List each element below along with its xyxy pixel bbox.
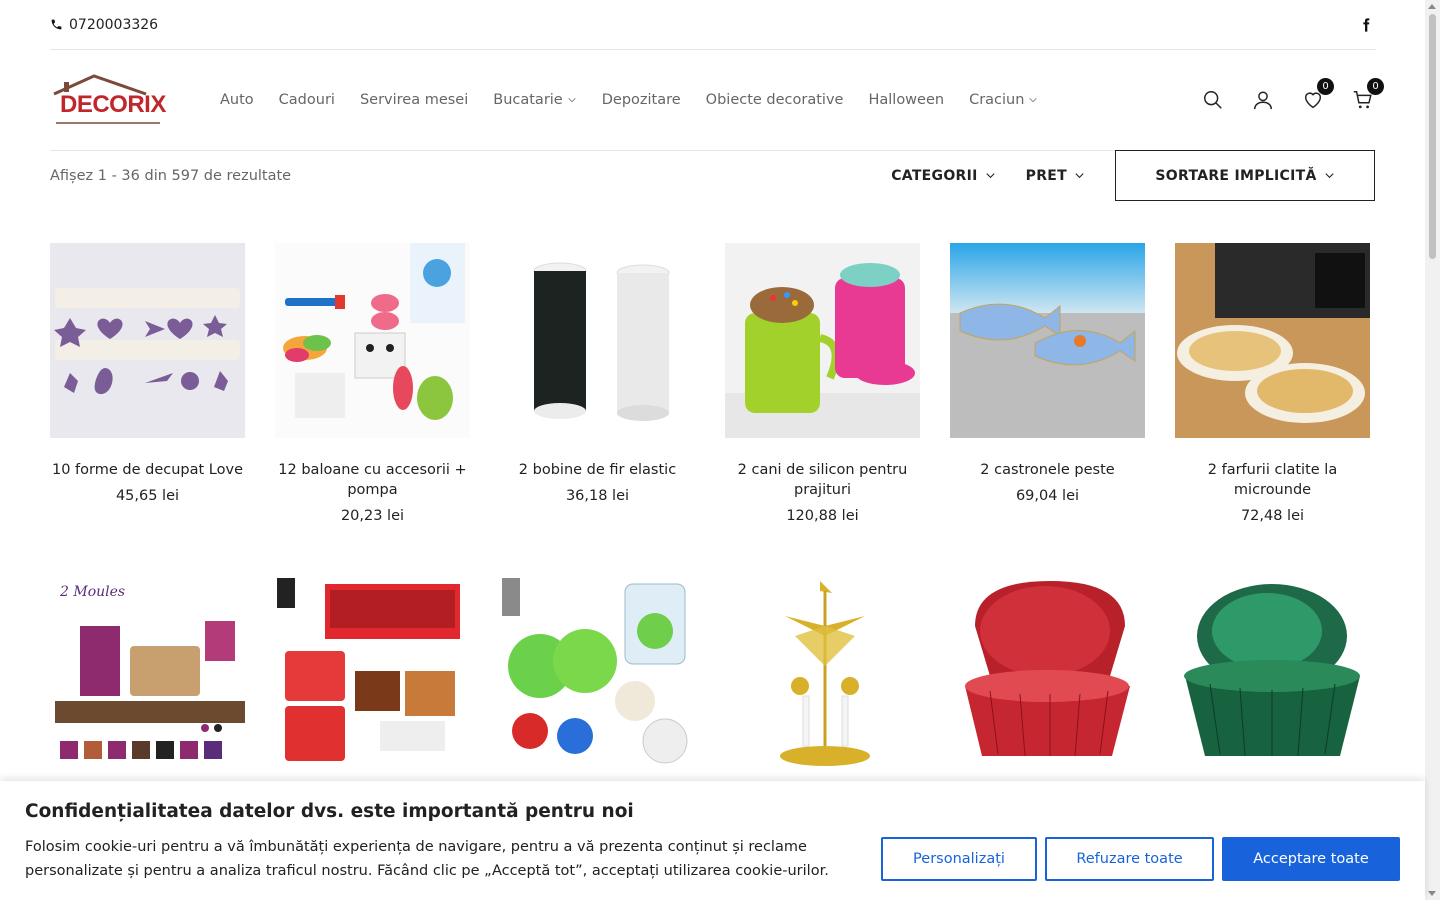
main-nav: Auto Cadouri Servirea mesei Bucatarie Depozi…: [220, 92, 1038, 108]
product-card[interactable]: 2 castronele peste 69,04 lei: [950, 243, 1145, 506]
cookie-consent-banner: Confidențialitatea datelor dvs. este imp…: [0, 781, 1425, 900]
nav-item-label: Cadouri: [278, 92, 335, 108]
product-card[interactable]: [500, 576, 695, 771]
svg-text:2 Moules: 2 Moules: [59, 584, 125, 600]
categories-filter-label: CATEGORII: [891, 167, 978, 184]
price-filter-label: PRET: [1025, 167, 1067, 184]
chevron-down-icon: [568, 97, 576, 103]
product-card[interactable]: 10 forme de decupat Love 45,65 lei: [50, 243, 245, 506]
product-name[interactable]: 2 cani de silicon pentru prajituri: [725, 460, 920, 500]
cookie-text: Folosim cookie-uri pentru a vă îmbunătăț…: [25, 839, 829, 879]
account-icon[interactable]: [1251, 89, 1274, 112]
product-image-train-molds[interactable]: 2 Moules: [50, 576, 245, 771]
product-name[interactable]: 2 bobine de fir elastic: [500, 460, 695, 480]
chevron-down-icon: [986, 173, 995, 179]
product-image-angel-chime[interactable]: [725, 576, 920, 771]
accept-all-cookies-button[interactable]: Acceptare toate: [1222, 837, 1400, 881]
product-price: 72,48 lei: [1240, 508, 1305, 524]
product-card[interactable]: 12 baloane cu accesorii + pompa 20,23 le…: [275, 243, 470, 526]
product-image-balloons[interactable]: [275, 243, 470, 438]
product-image-fish-bowls[interactable]: [950, 243, 1145, 438]
search-icon[interactable]: [1201, 89, 1224, 112]
wishlist-count-badge: 0: [1317, 77, 1334, 95]
header-actions: 0 0: [1201, 77, 1384, 112]
scrollbar-thumb[interactable]: [1429, 14, 1436, 259]
product-card[interactable]: 2 farfurii clatite la microunde 72,48 le…: [1175, 243, 1370, 526]
price-filter[interactable]: PRET: [1026, 168, 1085, 184]
product-image-elastic-thread[interactable]: [500, 243, 695, 438]
product-price: 120,88 lei: [786, 508, 859, 524]
top-bar: 0720003326: [50, 0, 1376, 50]
product-price: 36,18 lei: [565, 488, 630, 504]
scroll-down-icon[interactable]: [1428, 891, 1436, 896]
nav-item-auto[interactable]: Auto: [220, 92, 254, 108]
product-name[interactable]: 2 castronele peste: [950, 460, 1145, 480]
product-card[interactable]: [1175, 576, 1370, 771]
nav-item-label: Servirea mesei: [359, 92, 469, 108]
nav-item-label: Obiecte decorative: [705, 92, 844, 108]
chevron-down-icon: [1029, 97, 1038, 103]
nav-item-label: Depozitare: [601, 92, 681, 108]
logo-text: DECORIX: [60, 91, 166, 118]
cookie-title: Confidențialitatea datelor dvs. este imp…: [25, 801, 634, 822]
product-image-silicone-molds[interactable]: [275, 576, 470, 771]
page-scrollbar[interactable]: [1425, 0, 1440, 900]
product-price: 20,23 lei: [340, 508, 405, 524]
product-name[interactable]: 10 forme de decupat Love: [50, 460, 245, 480]
product-name[interactable]: 2 farfurii clatite la microunde: [1175, 460, 1370, 500]
main-header: DECORIX Auto Cadouri Servirea mesei Bucatar…: [50, 50, 1384, 151]
phone-number: 0720003326: [69, 16, 159, 33]
cart-count-badge: 0: [1367, 77, 1384, 95]
product-image-crepe-plates[interactable]: [1175, 243, 1370, 438]
shop-toolbar: Afișez 1 - 36 din 597 de rezultate CATEG…: [50, 150, 1376, 201]
nav-item-halloween[interactable]: Halloween: [868, 92, 944, 108]
chevron-down-icon: [1325, 173, 1334, 179]
product-card[interactable]: 2 bobine de fir elastic 36,18 lei: [500, 243, 695, 506]
scroll-up-icon[interactable]: [1428, 4, 1436, 9]
filters: CATEGORII PRET SORTARE IMPLICITĂ: [891, 150, 1376, 201]
logo[interactable]: DECORIX: [50, 74, 166, 126]
phone-icon: [51, 19, 62, 30]
product-image-red-cupcake-liners[interactable]: [950, 576, 1145, 771]
product-image-silicone-mugs[interactable]: [725, 243, 920, 438]
result-count: Afișez 1 - 36 din 597 de rezultate: [50, 167, 292, 184]
product-image-cutter-set[interactable]: [50, 243, 245, 438]
product-price: 69,04 lei: [1015, 488, 1080, 504]
nav-item-cadouri[interactable]: Cadouri: [279, 92, 335, 108]
sort-label: SORTARE IMPLICITĂ: [1155, 167, 1317, 184]
product-card[interactable]: 2 cani de silicon pentru prajituri 120,8…: [725, 243, 920, 526]
product-price: 45,65 lei: [115, 488, 180, 504]
product-name[interactable]: 12 baloane cu accesorii + pompa: [275, 460, 470, 500]
nav-item-label: Craciun: [969, 92, 1025, 108]
categories-filter[interactable]: CATEGORII: [891, 168, 995, 184]
nav-item-label: Bucatarie: [493, 92, 563, 108]
nav-item-label: Auto: [220, 92, 254, 108]
nav-item-label: Halloween: [868, 92, 945, 108]
nav-item-servirea-mesei[interactable]: Servirea mesei: [360, 92, 468, 108]
chevron-down-icon: [1075, 173, 1084, 179]
product-card[interactable]: 2 Moules: [50, 576, 245, 771]
wishlist-icon[interactable]: 0: [1301, 77, 1334, 112]
product-card[interactable]: [725, 576, 920, 771]
product-card[interactable]: [275, 576, 470, 771]
cart-icon[interactable]: 0: [1351, 77, 1384, 112]
nav-item-depozitare[interactable]: Depozitare: [602, 92, 681, 108]
nav-item-obiecte-decorative[interactable]: Obiecte decorative: [706, 92, 844, 108]
nav-item-craciun[interactable]: Craciun: [969, 92, 1038, 108]
customize-cookies-button[interactable]: Personalizați: [881, 837, 1037, 881]
reject-all-cookies-button[interactable]: Refuzare toate: [1045, 837, 1214, 881]
product-image-fridge-balls[interactable]: [500, 576, 695, 771]
product-card[interactable]: [950, 576, 1145, 771]
nav-item-bucatarie[interactable]: Bucatarie: [493, 92, 576, 108]
phone-contact[interactable]: 0720003326: [50, 17, 158, 33]
product-image-green-cupcake-liners[interactable]: [1175, 576, 1370, 771]
sort-dropdown[interactable]: SORTARE IMPLICITĂ: [1115, 150, 1375, 201]
facebook-icon[interactable]: [1356, 15, 1376, 35]
